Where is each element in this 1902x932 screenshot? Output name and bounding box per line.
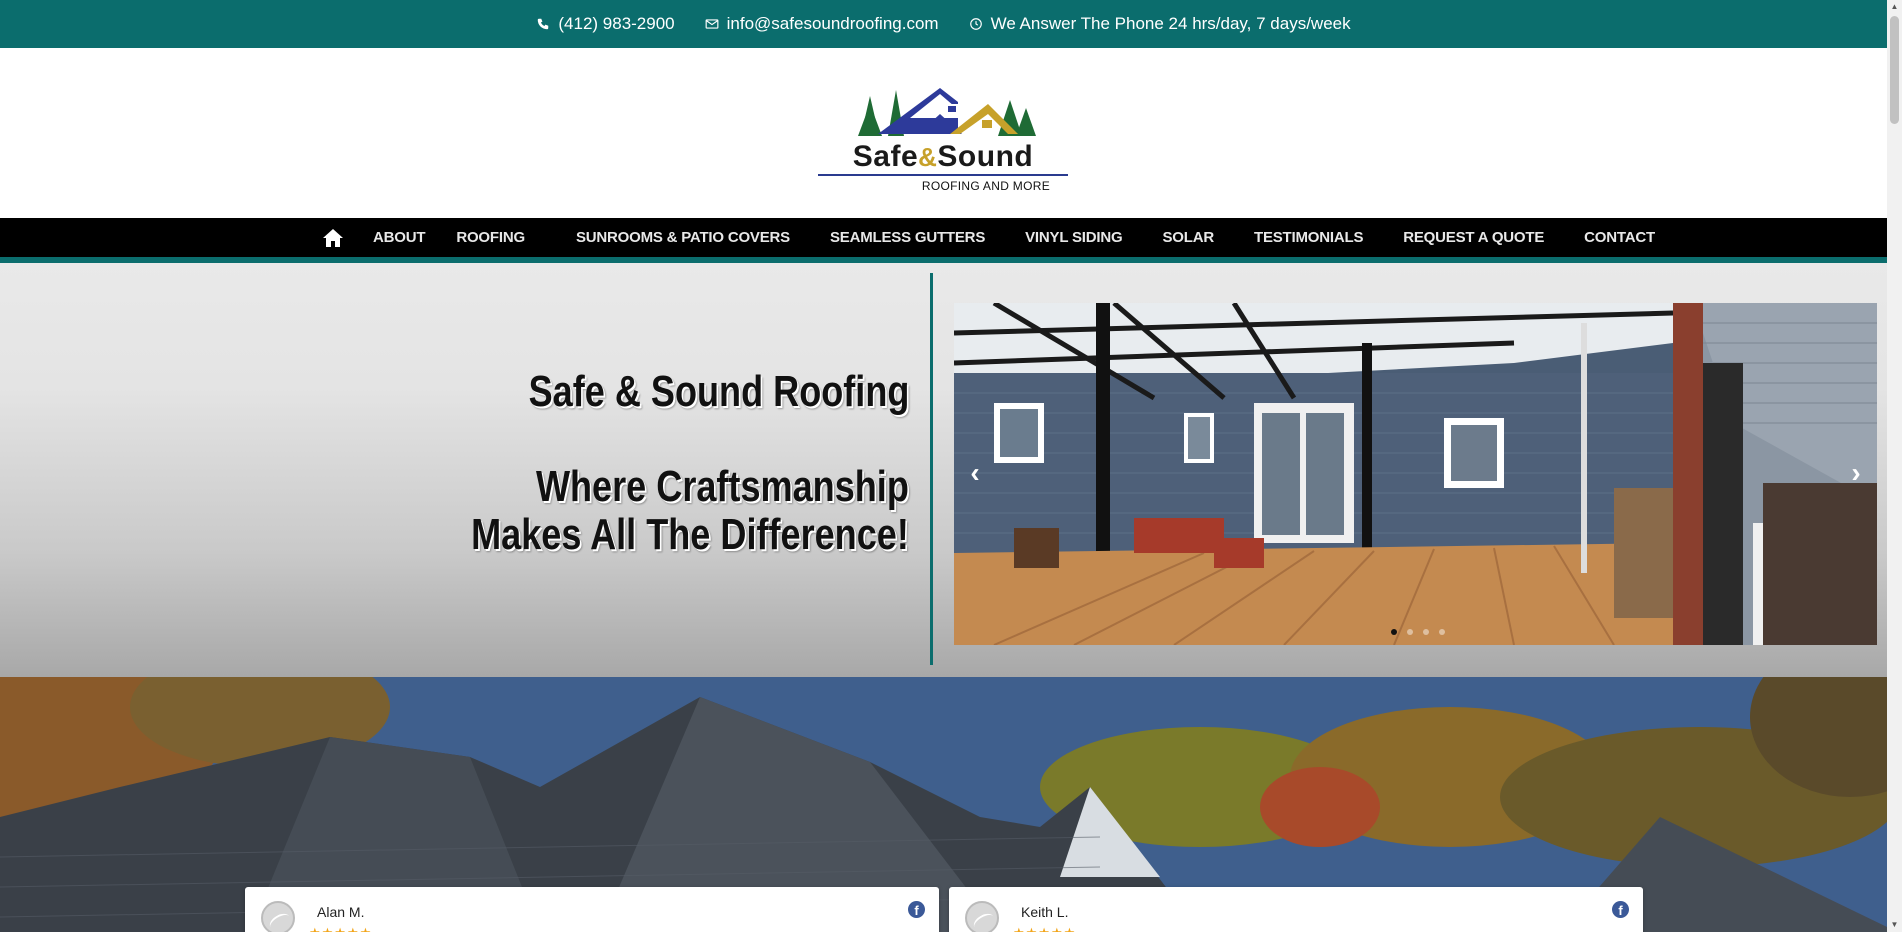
email-contact[interactable]: info@safesoundroofing.com [705,14,939,34]
home-icon [323,228,343,247]
slider-dot-1[interactable] [1391,629,1397,635]
top-contact-bar: (412) 983-2900 info@safesoundroofing.com… [0,0,1887,48]
hero-subtitle: Where Craftsmanship Makes All The Differ… [471,463,909,559]
review-stars: ★★★★★ [1013,925,1076,932]
review-card[interactable]: Keith L. ★★★★★ f [949,887,1643,932]
nav-solar[interactable]: SOLAR [1162,229,1214,246]
site-header: Safe&Sound ROOFING AND MORE [0,48,1887,218]
review-stars: ★★★★★ [309,925,372,932]
review-card[interactable]: Alan M. ★★★★★ f [245,887,939,932]
scroll-up-arrow-icon[interactable]: ▲ [1890,2,1899,12]
house-logo-icon [858,88,1036,136]
nav-sunrooms-patio-covers[interactable]: SUNROOMS & PATIO COVERS [576,229,790,246]
phone-icon [538,18,549,30]
logo-tagline: ROOFING AND MORE [921,179,1050,193]
phone-contact[interactable]: (412) 983-2900 [536,14,675,34]
reviewer-name: Keith L. [1021,904,1069,920]
main-nav: ABOUT ROOFING SUNROOMS & PATIO COVERS SE… [0,218,1887,257]
nav-about[interactable]: ABOUT [373,229,426,246]
hero-section: Safe & Sound Roofing Where Craftsmanship… [0,263,1887,677]
nav-roofing[interactable]: ROOFING [456,229,525,246]
slider-dot-4[interactable] [1439,629,1445,635]
page-scrollbar[interactable]: ▲ ▼ [1887,0,1902,932]
image-slider[interactable]: ‹ › [954,303,1877,645]
slider-dots [1391,629,1445,635]
logo-word-sound: Sound [937,140,1034,173]
nav-contact[interactable]: CONTACT [1584,229,1655,246]
scroll-down-arrow-icon[interactable]: ▼ [1890,920,1899,930]
logo-brand-name: Safe&Sound [818,140,1068,174]
slider-next-arrow[interactable]: › [1841,458,1871,488]
site-logo[interactable]: Safe&Sound ROOFING AND MORE [818,78,1068,196]
nav-seamless-gutters[interactable]: SEAMLESS GUTTERS [830,229,985,246]
hero-subtitle-line-1: Where Craftsmanship [536,462,909,511]
nav-testimonials[interactable]: TESTIMONIALS [1254,229,1363,246]
clock-icon [969,18,982,30]
reviewer-avatar [261,901,295,932]
hours-text: We Answer The Phone 24 hrs/day, 7 days/w… [990,14,1351,33]
nav-items: ABOUT ROOFING SUNROOMS & PATIO COVERS SE… [320,218,1655,257]
slide-patio-cover-image [954,303,1673,645]
slider-dot-3[interactable] [1423,629,1429,635]
scrollbar-thumb[interactable] [1890,16,1899,124]
hero-divider [930,273,933,665]
logo-word-safe: Safe [852,140,919,173]
nav-home[interactable] [323,228,343,247]
facebook-icon[interactable]: f [908,901,925,918]
slider-dot-2[interactable] [1407,629,1413,635]
logo-rule [818,174,1068,176]
logo-ampersand: & [918,142,938,172]
nav-request-a-quote[interactable]: REQUEST A QUOTE [1403,229,1544,246]
nav-vinyl-siding[interactable]: VINYL SIDING [1025,229,1123,246]
slider-prev-arrow[interactable]: ‹ [960,458,990,488]
envelope-icon [705,19,719,29]
reviewer-avatar [965,901,999,932]
reviewer-name: Alan M. [317,904,365,920]
hours-info: We Answer The Phone 24 hrs/day, 7 days/w… [969,14,1351,34]
hero-title: Safe & Sound Roofing [528,367,909,416]
email-address[interactable]: info@safesoundroofing.com [727,14,939,34]
hero-subtitle-line-2: Makes All The Difference! [471,510,909,559]
facebook-icon[interactable]: f [1612,901,1629,918]
phone-number[interactable]: (412) 983-2900 [558,14,674,34]
